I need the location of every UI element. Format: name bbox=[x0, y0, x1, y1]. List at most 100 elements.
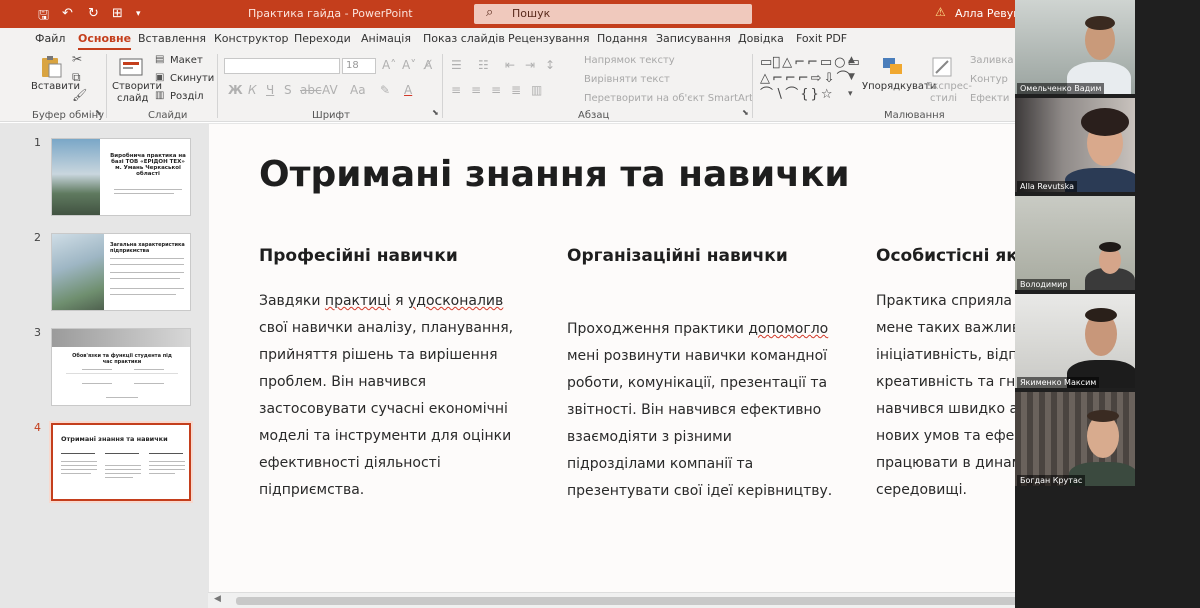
justify-icon[interactable]: ≣ bbox=[511, 83, 521, 97]
participant-tile[interactable]: Омельченко Вадим bbox=[1015, 0, 1135, 96]
columns-icon[interactable]: ▥ bbox=[531, 83, 542, 97]
copy-icon[interactable]: ⧉ bbox=[72, 70, 81, 85]
text-direction-button[interactable]: Напрямок тексту bbox=[584, 55, 675, 66]
participant-name: Alla Revutska bbox=[1017, 181, 1077, 192]
slide-thumbnail-1[interactable]: Виробнича практика на базі ТОВ «ЕРІДОН Т… bbox=[51, 138, 191, 216]
cut-icon[interactable]: ✂ bbox=[72, 52, 82, 66]
body-line: підрозділами компанії та bbox=[567, 456, 754, 472]
tab-help[interactable]: Довідка bbox=[738, 32, 784, 45]
participant-tile[interactable]: Якименко Максим bbox=[1015, 294, 1135, 390]
underline-icon[interactable]: Ч bbox=[266, 83, 274, 97]
slide-thumbnail-3[interactable]: Обов'язки та функції студента під час пр… bbox=[51, 328, 191, 406]
shapes-gallery[interactable]: ▭⃞△⌐⌐▭○▭ △⌐⌐⌐⇨⇩⌒ ⌒∖⌒{}☆ bbox=[760, 55, 860, 103]
strikethrough-icon[interactable]: abc bbox=[300, 83, 322, 97]
section-button[interactable]: Розділ bbox=[170, 91, 204, 102]
bullets-icon[interactable]: ☰ bbox=[451, 58, 462, 72]
tab-animations[interactable]: Анімація bbox=[361, 32, 411, 45]
tab-file[interactable]: Файл bbox=[35, 32, 65, 45]
align-left-icon[interactable]: ≡ bbox=[451, 83, 461, 97]
warning-icon[interactable]: ⚠ bbox=[935, 5, 946, 19]
paste-icon[interactable] bbox=[38, 55, 64, 79]
shape-fill-button[interactable]: Заливка bbox=[970, 55, 1014, 66]
tab-insert[interactable]: Вставлення bbox=[138, 32, 206, 45]
font-name-combo[interactable] bbox=[224, 58, 340, 74]
format-painter-icon[interactable]: 🖌 bbox=[72, 88, 87, 102]
body-line: ефективності діяльності bbox=[259, 455, 441, 471]
grow-font-icon[interactable]: A˄ bbox=[382, 58, 396, 72]
align-right-icon[interactable]: ≡ bbox=[491, 83, 501, 97]
slide-thumbnail-4[interactable]: Отримані знання та навички bbox=[49, 421, 193, 503]
participant-name: Володимир bbox=[1017, 279, 1071, 290]
quick-styles-button-line2[interactable]: стилі bbox=[930, 93, 957, 104]
font-launcher-icon[interactable]: ⬊ bbox=[432, 108, 439, 117]
shape-effects-button[interactable]: Ефекти bbox=[970, 93, 1009, 104]
thumbnail-text-line bbox=[106, 397, 138, 398]
thumbnail-title: Обов'язки та функції студента під час пр… bbox=[72, 353, 172, 365]
layout-button[interactable]: Макет bbox=[170, 55, 203, 66]
quick-styles-icon[interactable] bbox=[930, 55, 956, 79]
participant-name: Богдан Крутас bbox=[1017, 475, 1086, 486]
thumbnail-text-line bbox=[110, 278, 180, 279]
new-slide-button-line2[interactable]: слайд bbox=[117, 93, 148, 104]
tab-slideshow[interactable]: Показ слайдів bbox=[423, 32, 505, 45]
participant-tile[interactable]: Володимир bbox=[1015, 196, 1135, 292]
reset-button[interactable]: Скинути bbox=[170, 73, 214, 84]
clipboard-launcher-icon[interactable]: ⬊ bbox=[95, 108, 102, 117]
search-box[interactable]: ⌕ Пошук bbox=[474, 4, 752, 24]
column-body-personal[interactable]: Практика сприяла ф мене таких важливи ін… bbox=[876, 288, 1032, 504]
shadow-icon[interactable]: S bbox=[284, 83, 292, 97]
participant-tile[interactable]: Alla Revutska bbox=[1015, 98, 1135, 194]
slide-thumbnail-2[interactable]: Загальна характеристика підприємства bbox=[51, 233, 191, 311]
tab-review[interactable]: Рецензування bbox=[508, 32, 589, 45]
font-color-icon[interactable]: A bbox=[404, 83, 412, 97]
smartart-button[interactable]: Перетворити на об'єкт SmartArt bbox=[584, 93, 753, 104]
line-spacing-icon[interactable]: ↕ bbox=[545, 58, 555, 72]
font-size-combo[interactable]: 18 bbox=[342, 58, 376, 74]
align-text-button[interactable]: Вирівняти текст bbox=[584, 74, 670, 85]
quick-styles-button[interactable]: Експрес- bbox=[926, 81, 972, 92]
tab-home[interactable]: Основне bbox=[78, 32, 132, 50]
tab-record[interactable]: Записування bbox=[656, 32, 731, 45]
gallery-down-icon[interactable]: ▼ bbox=[848, 72, 855, 82]
column-heading-professional[interactable]: Професійні навички bbox=[259, 246, 458, 266]
column-heading-organizational[interactable]: Організаційні навички bbox=[567, 246, 788, 266]
column-body-professional[interactable]: Завдяки практиці я удосконалив свої нави… bbox=[259, 288, 513, 504]
clear-format-icon[interactable]: A̸ bbox=[424, 58, 432, 72]
numbering-icon[interactable]: ☷ bbox=[478, 58, 489, 72]
separator bbox=[442, 54, 443, 118]
arrange-icon[interactable] bbox=[880, 55, 906, 79]
change-case-icon[interactable]: Aa bbox=[350, 83, 366, 97]
tab-view[interactable]: Подання bbox=[597, 32, 647, 45]
participant-hair bbox=[1085, 16, 1115, 30]
gallery-up-icon[interactable]: ▲ bbox=[848, 55, 855, 65]
tab-design[interactable]: Конструктор bbox=[214, 32, 288, 45]
thumbnail-number: 1 bbox=[34, 136, 41, 149]
spacing-icon[interactable]: AV bbox=[322, 83, 338, 97]
thumbnail-text-line bbox=[149, 461, 185, 462]
customize-qat-icon[interactable]: ▾ bbox=[136, 9, 141, 19]
scroll-left-icon[interactable]: ◀ bbox=[214, 594, 221, 604]
tab-transitions[interactable]: Переходи bbox=[294, 32, 351, 45]
present-icon[interactable]: ⊞ bbox=[112, 6, 123, 21]
align-center-icon[interactable]: ≡ bbox=[471, 83, 481, 97]
decrease-indent-icon[interactable]: ⇤ bbox=[505, 58, 515, 72]
shape-outline-button[interactable]: Контур bbox=[970, 74, 1008, 85]
paragraph-launcher-icon[interactable]: ⬊ bbox=[742, 108, 749, 117]
gallery-more-icon[interactable]: ▾ bbox=[848, 89, 853, 99]
new-slide-icon[interactable] bbox=[118, 55, 144, 79]
tab-foxit[interactable]: Foxit PDF bbox=[796, 32, 847, 45]
increase-indent-icon[interactable]: ⇥ bbox=[525, 58, 535, 72]
thumbnail-number: 3 bbox=[34, 326, 41, 339]
italic-icon[interactable]: К bbox=[248, 83, 257, 97]
highlight-icon[interactable]: ✎ bbox=[380, 83, 390, 97]
undo-icon[interactable]: ↶ bbox=[62, 6, 73, 21]
slide-title[interactable]: Отримані знання та навички bbox=[259, 154, 850, 195]
shrink-font-icon[interactable]: A˅ bbox=[402, 58, 416, 72]
participant-tile[interactable]: Богдан Крутас bbox=[1015, 392, 1135, 488]
column-heading-personal[interactable]: Особистісні як bbox=[876, 246, 1018, 266]
bold-icon[interactable]: Ж bbox=[228, 83, 243, 97]
window-title: Практика гайда - PowerPoint bbox=[248, 7, 413, 20]
save-icon[interactable]: 🖫 bbox=[38, 6, 49, 28]
redo-icon[interactable]: ↻ bbox=[88, 6, 99, 21]
column-body-organizational[interactable]: Проходження практики допомогло мені розв… bbox=[567, 316, 832, 505]
